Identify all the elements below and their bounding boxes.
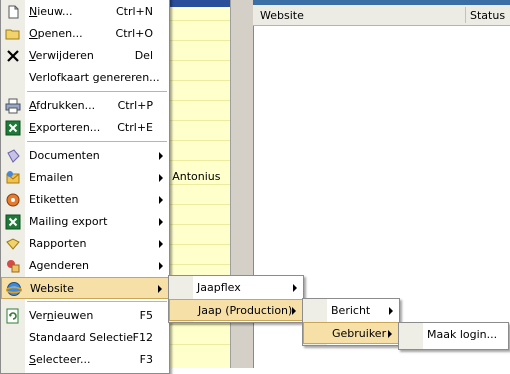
- shortcut: Ctrl+N: [115, 5, 153, 18]
- documents-icon: [7, 149, 20, 163]
- column-header-website[interactable]: Website: [260, 9, 304, 22]
- list-header: Website Status: [253, 5, 510, 26]
- record-cell[interactable]: a Antonius: [162, 170, 221, 183]
- menu-item-maak-login[interactable]: Maak login...: [399, 324, 508, 346]
- delete-x-icon: [7, 50, 19, 62]
- menu-item-afdrukken[interactable]: Afdrukken... Ctrl+P: [1, 95, 169, 117]
- excel-icon: [5, 120, 21, 136]
- submenu-arrow-icon: [389, 307, 393, 315]
- refresh-icon: [6, 308, 19, 324]
- menu-item-etiketten[interactable]: Etiketten: [1, 189, 169, 211]
- shortcut: F5: [139, 309, 153, 322]
- submenu-arrow-icon: [159, 196, 163, 204]
- email-icon: [6, 171, 20, 184]
- website-submenu: Jaapflex Jaap (Production): [168, 275, 304, 323]
- open-icon: [5, 29, 20, 40]
- shortcut: Ctrl+P: [117, 99, 153, 112]
- submenu-arrow-icon: [159, 152, 163, 160]
- production-submenu: Bericht Gebruiker: [302, 298, 400, 346]
- menu-item-verlofkaart[interactable]: Verlofkaart genereren...: [1, 67, 169, 89]
- menu-item-nieuw[interactable]: Nieuw... Ctrl+N: [1, 1, 169, 23]
- globe-icon: [6, 282, 22, 296]
- menu-item-documenten[interactable]: Documenten: [1, 145, 169, 167]
- menu-item-vernieuwen[interactable]: Vernieuwen F5: [1, 305, 169, 327]
- menu-item-gebruiker[interactable]: Gebruiker: [303, 322, 399, 344]
- reports-icon: [6, 238, 20, 250]
- menu-item-emailen[interactable]: Emailen: [1, 167, 169, 189]
- new-icon: [8, 5, 19, 19]
- column-header-bar: [160, 0, 230, 7]
- submenu-arrow-icon: [388, 330, 392, 338]
- submenu-arrow-icon: [159, 174, 163, 182]
- menu-item-agenderen[interactable]: Agenderen: [1, 255, 169, 277]
- excel-icon: [5, 214, 21, 230]
- shortcut: Del: [134, 49, 153, 62]
- shortcut: F12: [132, 331, 153, 344]
- menu-item-bericht[interactable]: Bericht: [303, 300, 399, 322]
- calendar-icon: [7, 260, 20, 273]
- printer-icon: [5, 98, 21, 114]
- submenu-arrow-icon: [292, 307, 296, 315]
- submenu-arrow-icon: [159, 218, 163, 226]
- shortcut: Ctrl+O: [115, 27, 153, 40]
- menu-item-website[interactable]: Website: [1, 277, 169, 299]
- submenu-arrow-icon: [159, 262, 163, 270]
- column-header-status[interactable]: Status: [470, 9, 505, 22]
- submenu-arrow-icon: [293, 284, 297, 292]
- shortcut: F3: [139, 353, 153, 366]
- menu-item-standaard-selectie[interactable]: Standaard Selectie F12: [1, 327, 169, 349]
- submenu-arrow-icon: [159, 240, 163, 248]
- gebruiker-submenu: Maak login...: [398, 322, 509, 350]
- menu-item-openen[interactable]: Openen... Ctrl+O: [1, 23, 169, 45]
- context-menu: Nieuw... Ctrl+N Openen... Ctrl+O Verwijd…: [0, 0, 170, 374]
- shortcut: Ctrl+E: [117, 121, 153, 134]
- menu-item-rapporten[interactable]: Rapporten: [1, 233, 169, 255]
- menu-item-mailing-export[interactable]: Mailing export: [1, 211, 169, 233]
- menu-item-exporteren[interactable]: Exporteren... Ctrl+E: [1, 117, 169, 139]
- submenu-arrow-icon: [158, 285, 162, 293]
- menu-item-jaapflex[interactable]: Jaapflex: [169, 277, 303, 299]
- menu-item-verwijderen[interactable]: Verwijderen Del: [1, 45, 169, 67]
- labels-icon: [6, 193, 20, 207]
- menu-item-jaap-production[interactable]: Jaap (Production): [169, 299, 303, 321]
